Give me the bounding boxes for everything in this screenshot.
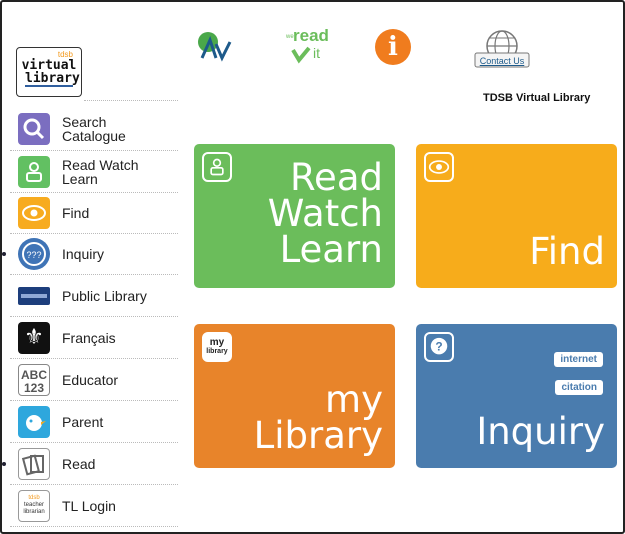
sidebar-item-label: TL Login [62,497,116,514]
info-icon[interactable]: i [375,29,411,65]
search-icon [18,113,50,145]
eye-icon [18,197,50,229]
question-icon: ??? [18,238,50,270]
internet-pill[interactable]: internet [554,352,603,367]
bird-icon [18,405,50,438]
sidebar-item-inquiry[interactable]: ??? Inquiry [2,234,178,275]
tile-my-library[interactable]: my library my Library [194,324,395,468]
svg-text:ABC: ABC [21,368,47,382]
sidebar-item-label: Read Watch Learn [62,156,139,187]
sidebar-item-label: Educator [62,371,119,388]
tile-read-watch-learn[interactable]: Read Watch Learn [194,144,395,288]
svg-text:???: ??? [26,250,41,260]
we-read-it-icon[interactable]: we read it [283,26,333,68]
sidebar-item-label: Public Library [62,287,147,304]
contact-us-icon[interactable]: Contact Us [472,28,532,74]
citation-pill[interactable]: citation [555,380,603,395]
logo-line2: library [25,71,80,87]
abc-icon: ABC 123 [18,363,50,396]
fleur-de-lis-icon: ⚜ [18,321,50,354]
tile-title: my Library [253,378,383,457]
sidebar-item-francais[interactable]: ⚜ Français [10,317,178,359]
tile-title: Read Watch Learn [267,156,383,271]
sidebar-item-tl-login[interactable]: tdsb teacher librarian TL Login [10,485,178,527]
sidebar-item-label: Search Catalogue [62,114,126,144]
sidebar-item-public-library[interactable]: Public Library [10,275,178,317]
sidebar-nav: Search Catalogue Read Watch Learn Find ?… [2,108,178,527]
teacher-librarian-icon: tdsb teacher librarian [18,489,50,522]
tile-find[interactable]: Find [416,144,617,288]
books-icon [18,447,50,480]
sidebar-item-read[interactable]: Read [2,443,178,485]
sidebar-item-read-watch-learn[interactable]: Read Watch Learn [10,151,178,193]
sidebar-item-label: Read [62,455,96,472]
logo-divider [84,100,178,101]
av-icon[interactable] [194,28,234,64]
active-bullet [2,252,6,256]
active-bullet [2,461,6,466]
svg-text:123: 123 [24,381,44,395]
sidebar-item-search-catalogue[interactable]: Search Catalogue [10,108,178,151]
tile-title: Find [529,230,605,273]
library-icon [18,286,50,305]
tile-inquiry[interactable]: ? internet citation Inquiry [416,324,617,468]
sidebar-item-label: Inquiry [62,246,105,262]
sidebar-item-find[interactable]: Find [10,193,178,234]
my-library-icon: my library [202,332,232,362]
sidebar-item-label: Find [62,205,90,221]
question-icon: ? [424,332,454,362]
svg-text:?: ? [435,340,442,354]
reader-icon [202,152,232,182]
site-caption: TDSB Virtual Library [483,92,591,104]
sidebar-item-parent[interactable]: Parent [10,401,178,443]
virtual-library-logo[interactable]: tdsb virtual library [16,47,82,97]
eye-icon [424,152,454,182]
sidebar-item-label: Français [62,329,116,346]
reader-icon [18,155,50,188]
sidebar-item-educator[interactable]: ABC 123 Educator [10,359,178,401]
tile-title: Inquiry [476,410,605,453]
sidebar-item-label: Parent [62,413,104,430]
